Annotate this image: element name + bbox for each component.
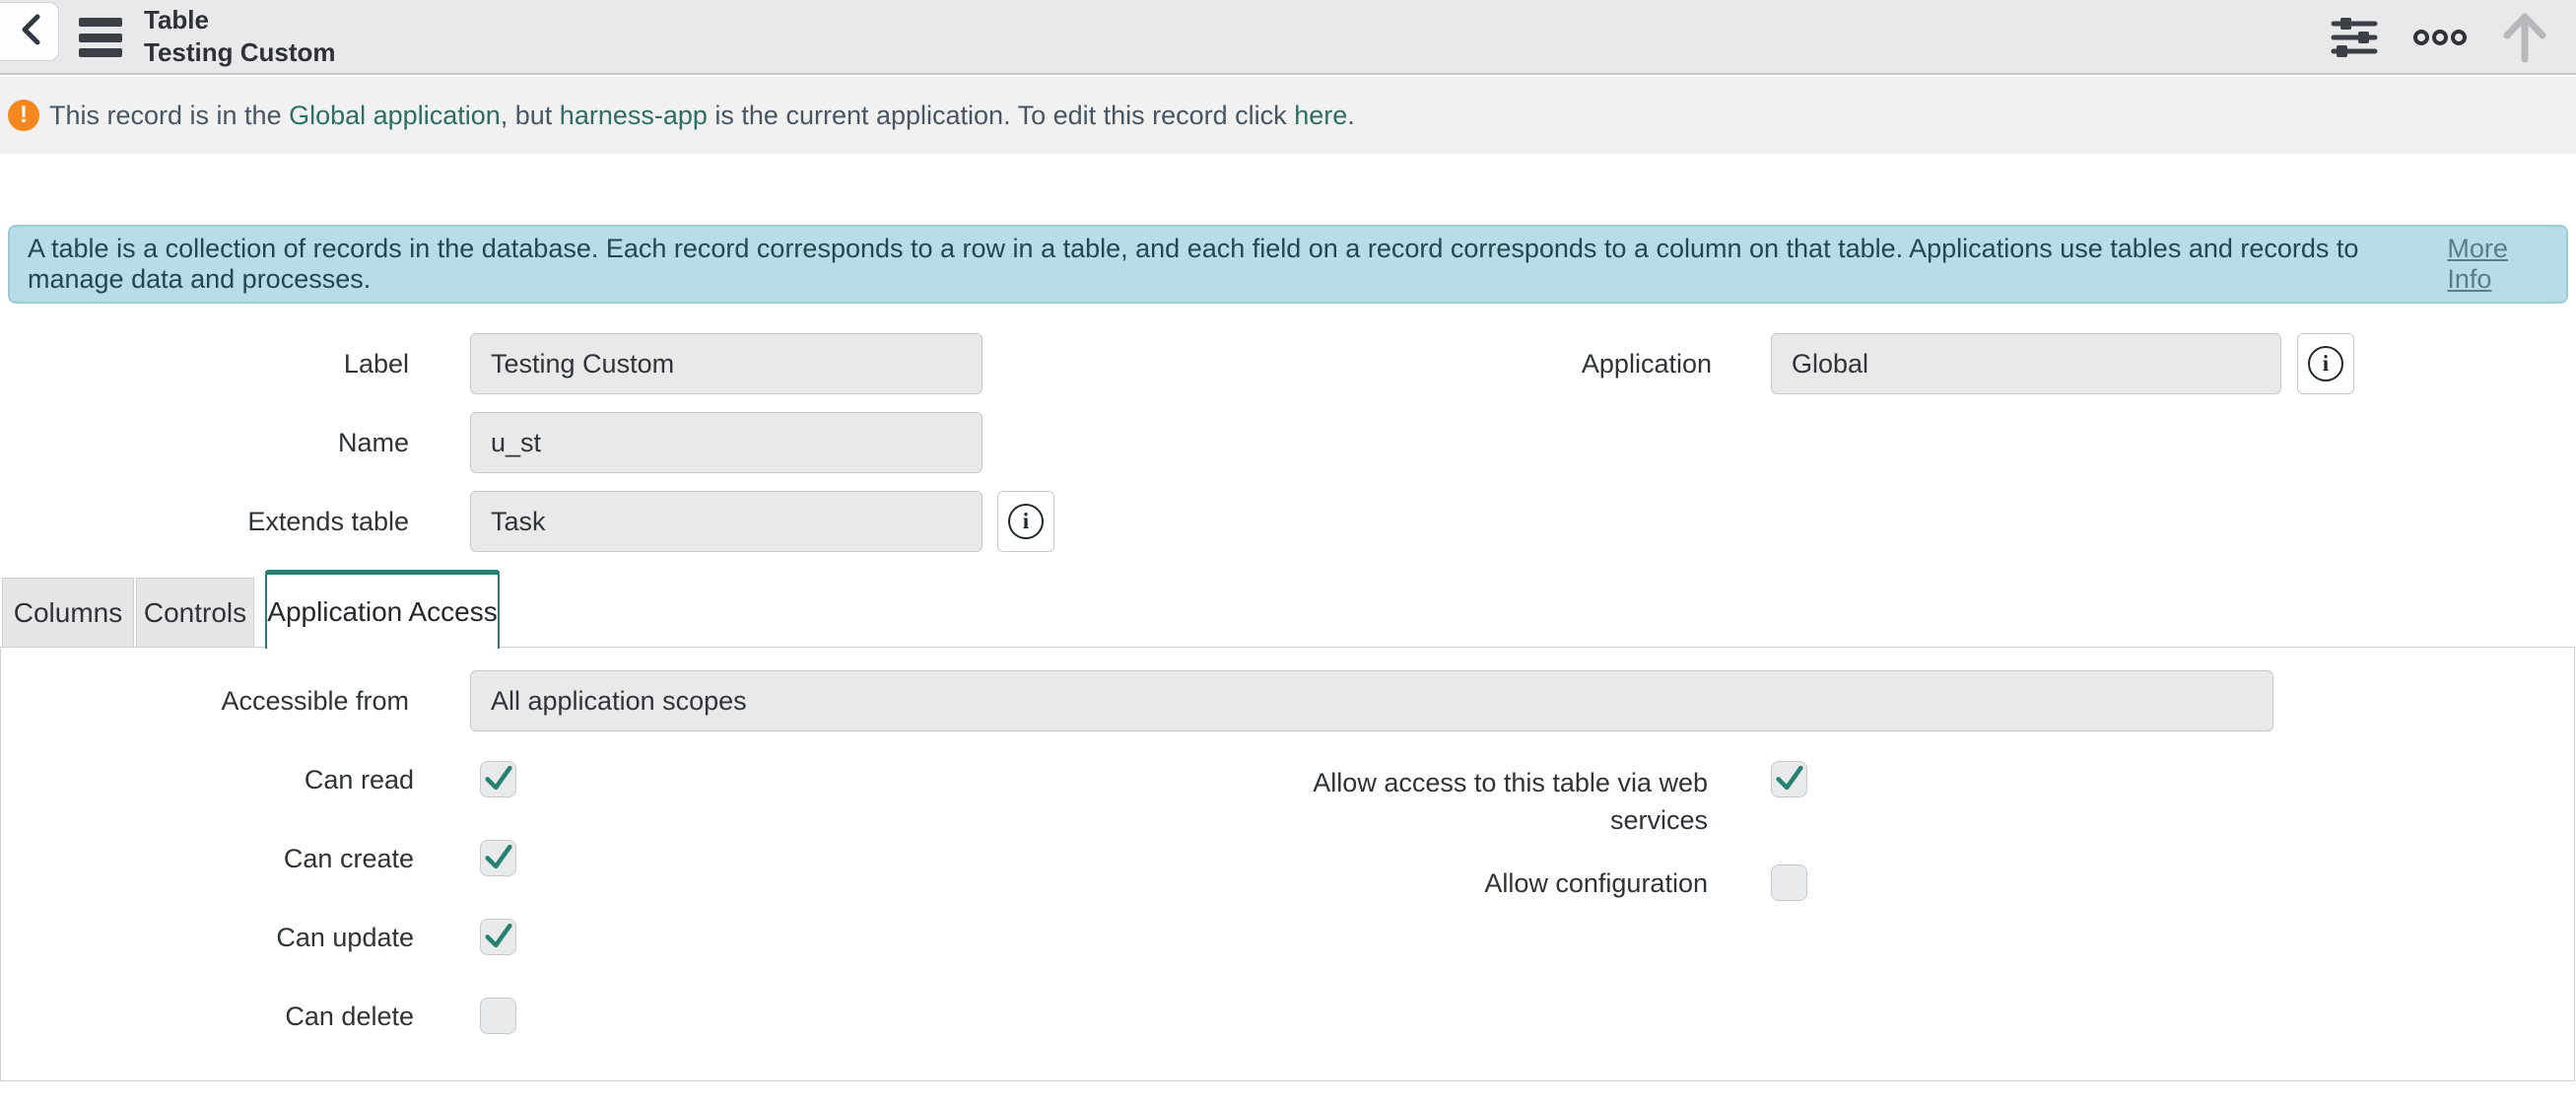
edit-here-link[interactable]: here <box>1294 101 1347 130</box>
accessible-from-input[interactable]: All application scopes <box>470 670 2273 731</box>
warning-exclamation-icon: ! <box>8 100 39 131</box>
application-field-label: Application <box>1416 333 1712 394</box>
can-create-label: Can create <box>118 840 414 877</box>
allow-web-services-label: Allow access to this table via web servi… <box>1274 764 1708 839</box>
extends-table-info-button[interactable]: i <box>997 491 1054 552</box>
application-field-input[interactable]: Global <box>1771 333 2281 394</box>
table-description-text: A table is a collection of records in th… <box>28 234 2439 295</box>
checkmark-icon <box>482 761 515 795</box>
warning-text-part4: . <box>1347 101 1355 130</box>
table-description-banner: A table is a collection of records in th… <box>8 225 2568 304</box>
cross-scope-warning-banner: ! This record is in the Global applicati… <box>0 77 2576 154</box>
hamburger-menu-icon[interactable] <box>79 18 122 57</box>
checkmark-icon <box>482 919 515 952</box>
more-options-icon[interactable] <box>2412 28 2468 47</box>
warning-text-part1: This record is in the <box>49 101 289 130</box>
tab-controls[interactable]: Controls <box>136 578 254 648</box>
can-read-checkbox[interactable] <box>480 761 516 797</box>
label-field-label: Label <box>113 333 409 394</box>
header-bar: Table Testing Custom <box>0 0 2576 75</box>
tab-application-access[interactable]: Application Access <box>265 570 500 649</box>
header-actions <box>2330 0 2548 75</box>
checkmark-icon <box>482 840 515 873</box>
info-icon: i <box>2308 346 2343 381</box>
name-field-input[interactable]: u_st <box>470 412 983 473</box>
name-field-label: Name <box>113 412 409 473</box>
scroll-up-arrow-icon[interactable] <box>2501 12 2548 63</box>
tab-columns[interactable]: Columns <box>2 578 134 648</box>
harness-app-link[interactable]: harness-app <box>560 101 708 130</box>
form-controls-sliders-icon[interactable] <box>2330 14 2379 61</box>
record-type-title: Table <box>144 4 336 36</box>
can-create-checkbox[interactable] <box>480 840 516 876</box>
extends-table-field-label: Extends table <box>113 491 409 552</box>
application-info-button[interactable]: i <box>2297 333 2354 394</box>
warning-message: This record is in the Global application… <box>49 101 1355 131</box>
warning-text-part3: is the current application. To edit this… <box>708 101 1294 130</box>
page-title: Table Testing Custom <box>144 4 336 69</box>
can-update-label: Can update <box>118 919 414 956</box>
record-name-title: Testing Custom <box>144 36 336 69</box>
allow-configuration-label: Allow configuration <box>1274 864 1708 902</box>
can-delete-label: Can delete <box>118 998 414 1035</box>
allow-web-services-checkbox[interactable] <box>1771 761 1807 797</box>
info-icon: i <box>1008 504 1044 539</box>
table-record-form-page: Table Testing Custom <box>0 0 2576 1106</box>
can-delete-checkbox[interactable] <box>480 998 516 1034</box>
checkmark-icon <box>1773 761 1806 795</box>
allow-configuration-checkbox[interactable] <box>1771 864 1807 901</box>
more-info-link[interactable]: More Info <box>2447 234 2548 295</box>
back-button[interactable] <box>0 2 59 61</box>
label-field-input[interactable]: Testing Custom <box>470 333 983 394</box>
back-chevron-icon <box>19 13 44 51</box>
extends-table-field-input[interactable]: Task <box>470 491 983 552</box>
warning-text-part2: , but <box>501 101 560 130</box>
can-read-label: Can read <box>118 761 414 798</box>
global-application-link[interactable]: Global application <box>289 101 501 130</box>
accessible-from-label: Accessible from <box>113 670 409 731</box>
can-update-checkbox[interactable] <box>480 919 516 955</box>
